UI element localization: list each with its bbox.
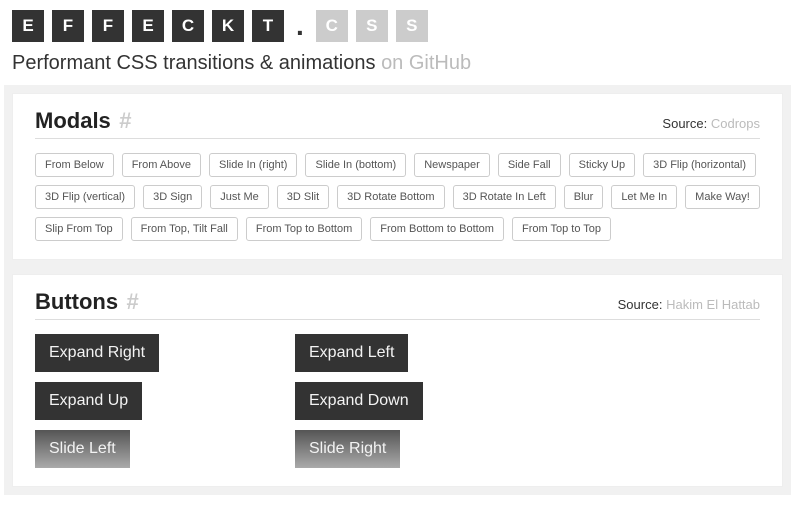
modal-trigger[interactable]: Make Way! [685,185,760,209]
modal-trigger[interactable]: From Below [35,153,114,177]
modal-trigger[interactable]: From Above [122,153,201,177]
buttons-panel: Buttons # Source: Hakim El Hattab Expand… [12,274,783,487]
modals-title: Modals [35,108,111,133]
effect-button[interactable]: Expand Right [35,334,159,372]
source-label: Source: [662,116,707,131]
modals-panel: Modals # Source: Codrops From BelowFrom … [12,93,783,260]
modal-trigger[interactable]: Let Me In [611,185,677,209]
modal-trigger[interactable]: Slip From Top [35,217,123,241]
modal-trigger[interactable]: Newspaper [414,153,490,177]
logo-letter: T [252,10,284,42]
buttons-header: Buttons # Source: Hakim El Hattab [35,289,760,320]
source-link[interactable]: Codrops [711,116,760,131]
modal-trigger[interactable]: From Bottom to Bottom [370,217,504,241]
modal-trigger[interactable]: 3D Rotate In Left [453,185,556,209]
hash-icon[interactable]: # [119,108,131,133]
modal-trigger[interactable]: From Top to Top [512,217,611,241]
effect-button[interactable]: Slide Left [35,430,130,468]
modal-trigger[interactable]: Side Fall [498,153,561,177]
logo-dot: . [292,10,308,42]
modal-trigger[interactable]: Slide In (bottom) [305,153,406,177]
source-link[interactable]: Hakim El Hattab [666,297,760,312]
logo-letter: S [396,10,428,42]
logo-letter: E [132,10,164,42]
tagline: Performant CSS transitions & animations … [12,52,783,75]
modals-tag-list: From Below From Above Slide In (right) Slid… [35,153,760,241]
modal-trigger[interactable]: 3D Flip (vertical) [35,185,135,209]
buttons-source: Source: Hakim El Hattab [618,297,760,312]
tagline-text: Performant CSS transitions & animations [12,52,376,74]
buttons-grid: Expand Right Expand Left Expand Up Expand D… [35,334,760,468]
logo-letter: C [316,10,348,42]
logo-letter: C [172,10,204,42]
effect-button[interactable]: Slide Right [295,430,400,468]
logo-letter: K [212,10,244,42]
modals-source: Source: Codrops [662,116,760,131]
logo: E F F E C K T . C S S [12,10,783,42]
source-label: Source: [618,297,663,312]
logo-letter: F [52,10,84,42]
hash-icon[interactable]: # [127,289,139,314]
effect-button[interactable]: Expand Down [295,382,423,420]
modal-trigger[interactable]: Just Me [210,185,269,209]
github-link[interactable]: on GitHub [381,52,471,74]
modal-trigger[interactable]: Slide In (right) [209,153,297,177]
logo-letter: S [356,10,388,42]
modal-trigger[interactable]: From Top to Bottom [246,217,362,241]
modal-trigger[interactable]: Blur [564,185,604,209]
logo-letter: F [92,10,124,42]
modal-trigger[interactable]: From Top, Tilt Fall [131,217,238,241]
modals-header: Modals # Source: Codrops [35,108,760,139]
modal-trigger[interactable]: 3D Rotate Bottom [337,185,444,209]
buttons-title: Buttons [35,289,118,314]
modal-trigger[interactable]: 3D Slit [277,185,329,209]
effect-button[interactable]: Expand Left [295,334,408,372]
effect-button[interactable]: Expand Up [35,382,142,420]
logo-letter: E [12,10,44,42]
modal-trigger[interactable]: 3D Sign [143,185,202,209]
modal-trigger[interactable]: Sticky Up [569,153,635,177]
modal-trigger[interactable]: 3D Flip (horizontal) [643,153,756,177]
